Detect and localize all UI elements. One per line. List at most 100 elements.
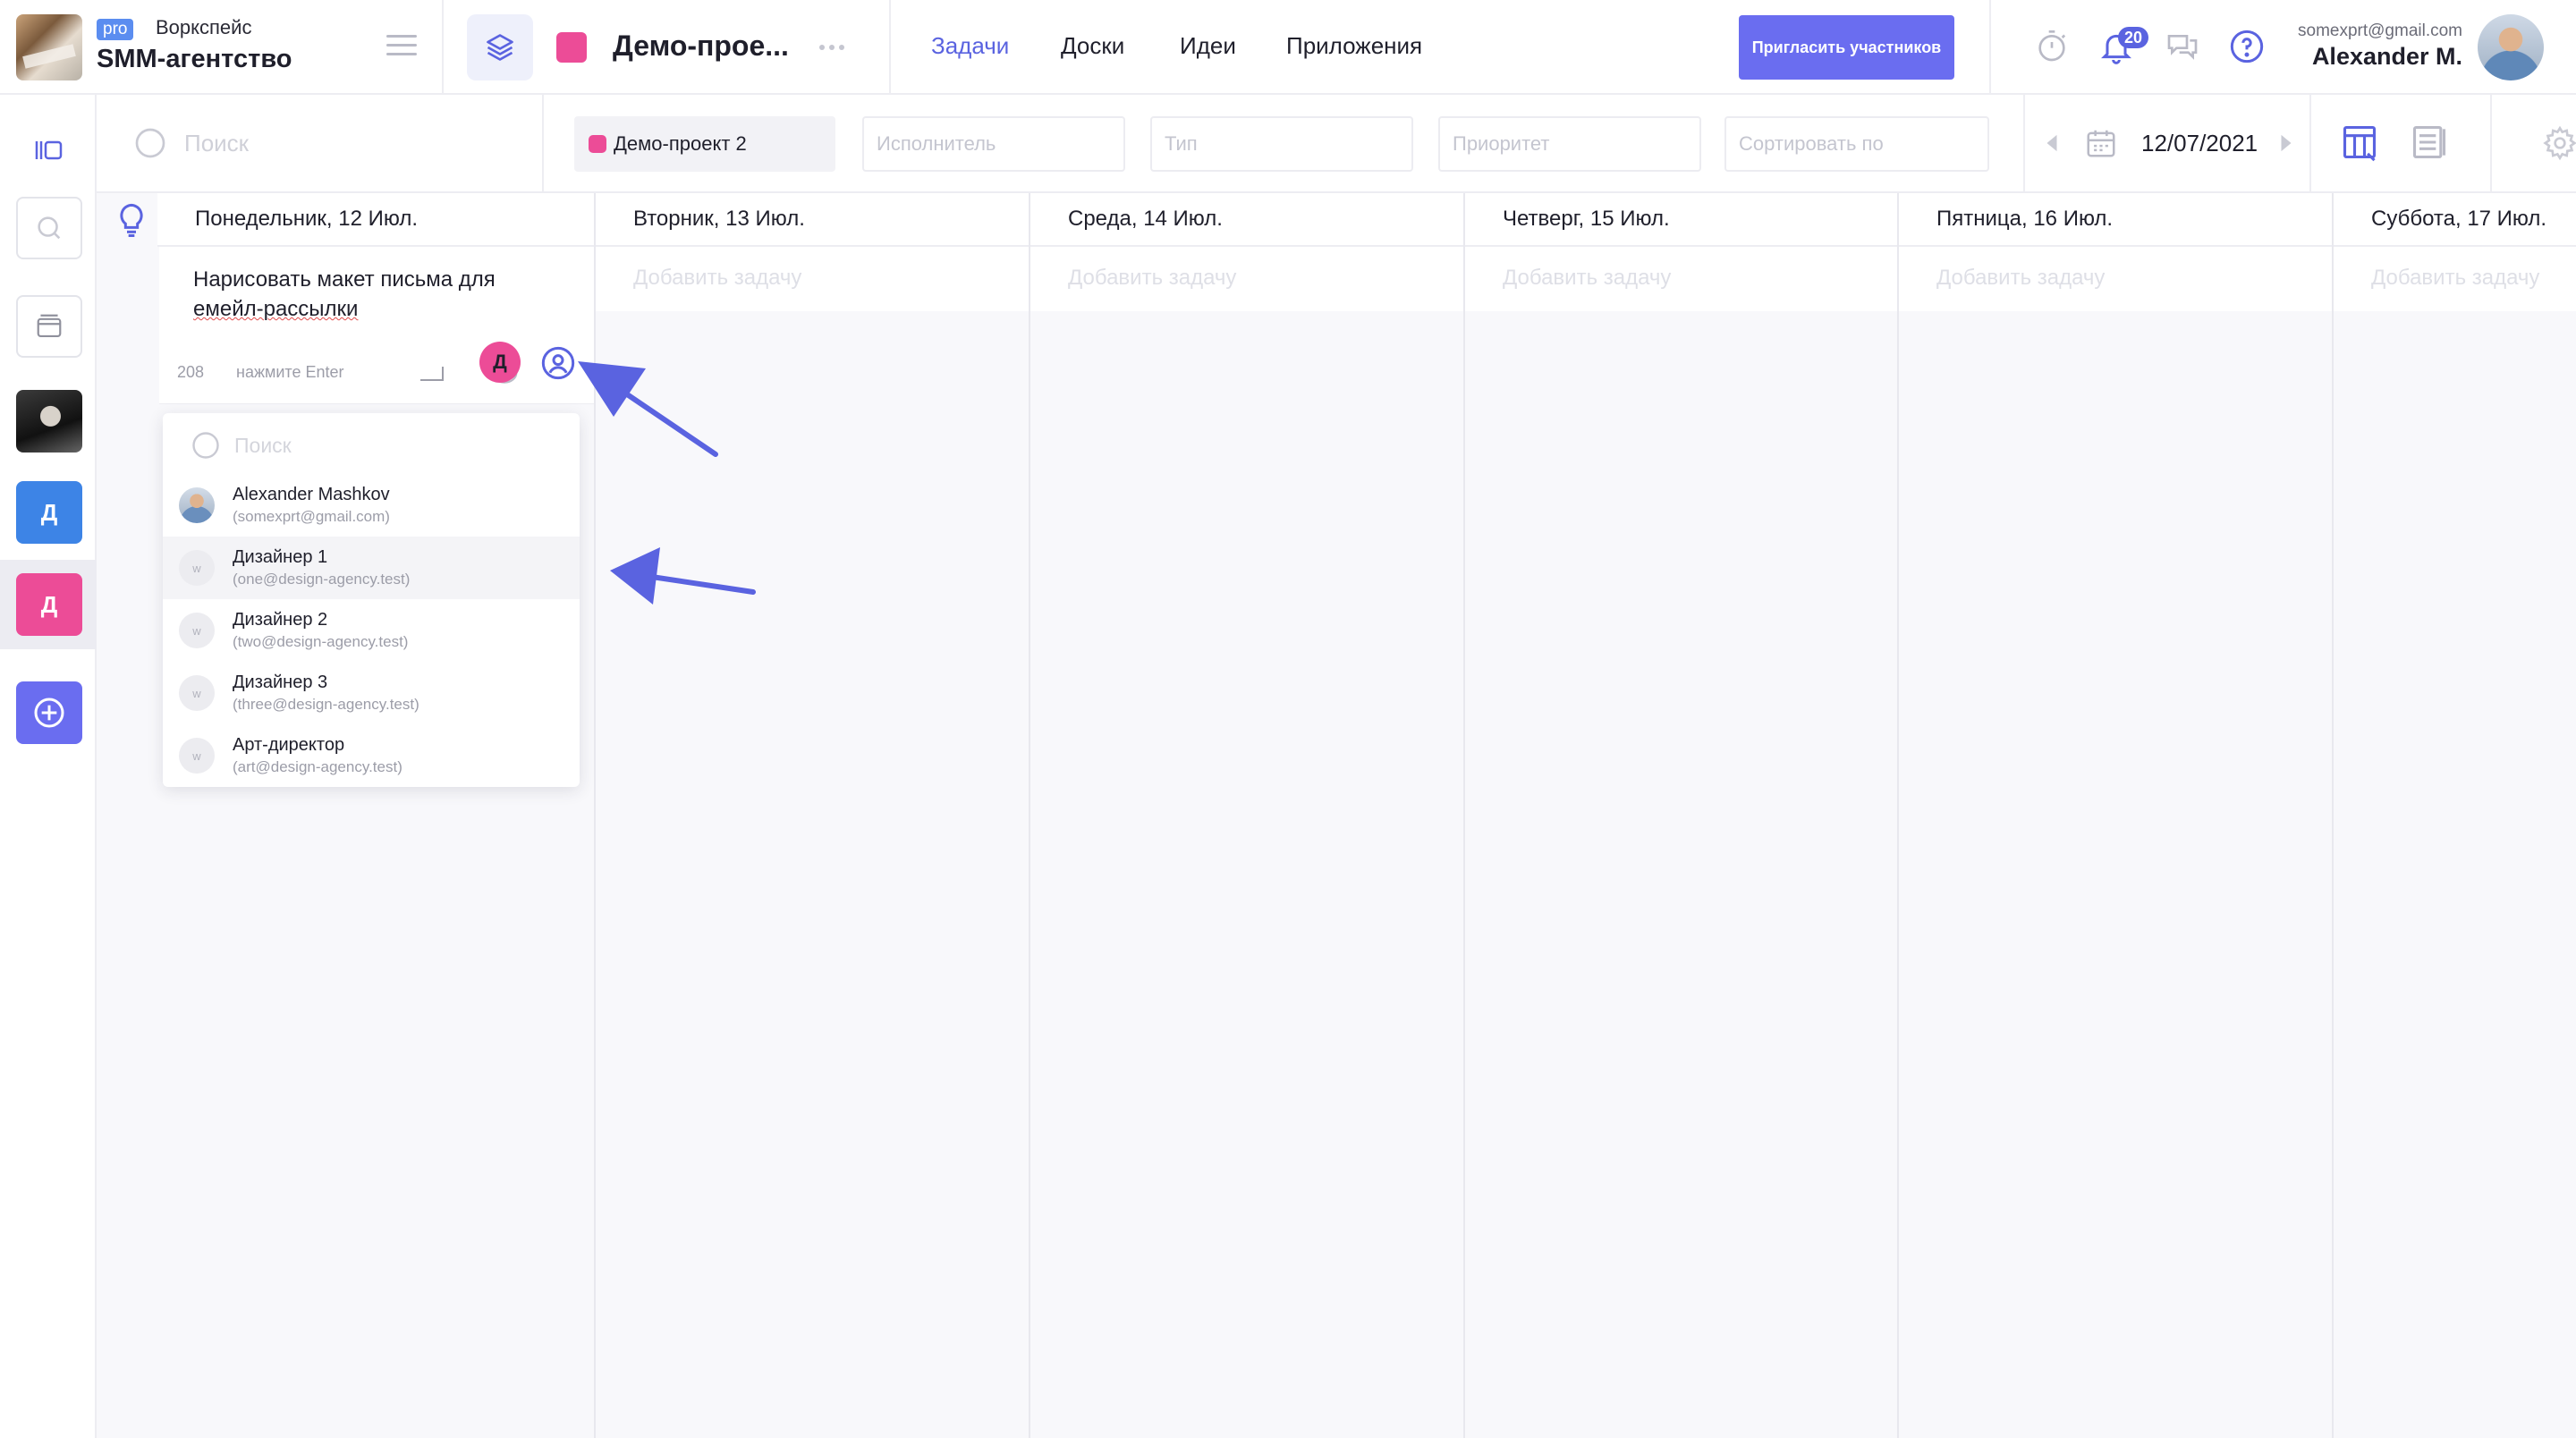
char-counter: 208 xyxy=(177,363,205,381)
ideas-column xyxy=(97,193,157,1438)
pro-badge: pro xyxy=(97,19,134,40)
archive-icon xyxy=(37,314,62,337)
add-task-button[interactable]: Добавить задачу xyxy=(596,247,1029,311)
task-text-input[interactable]: Нарисовать макет письма для емейл-рассыл… xyxy=(193,265,569,324)
workspace-logo[interactable] xyxy=(16,14,82,80)
member-avatar xyxy=(179,487,215,523)
member-option[interactable]: w Дизайнер 1 (one@design-agency.test) xyxy=(163,537,580,599)
timer-icon[interactable] xyxy=(2034,29,2070,64)
member-email: (two@design-agency.test) xyxy=(233,633,409,650)
member-email: (art@design-agency.test) xyxy=(233,758,402,775)
member-avatar: w xyxy=(179,738,215,774)
day-column-tuesday: Вторник, 13 Июл. Добавить задачу xyxy=(596,193,1030,1438)
member-email: (three@design-agency.test) xyxy=(233,696,419,713)
search-input[interactable] xyxy=(184,129,363,157)
project-filter-label: Демо-проект 2 xyxy=(614,132,747,155)
week-calendar: Понедельник, 12 Июл. Вторник, 13 Июл. До… xyxy=(97,193,2576,1438)
notifications-count-badge: 20 xyxy=(2118,27,2148,48)
workspace-name[interactable]: SMM-агентство xyxy=(97,45,292,74)
assignee-filter[interactable]: Исполнитель xyxy=(862,116,1125,172)
day-header: Понедельник, 12 Июл. xyxy=(157,193,594,247)
member-option[interactable]: Alexander Mashkov (somexprt@gmail.com) xyxy=(163,474,580,537)
current-date[interactable]: 12/07/2021 xyxy=(2141,130,2258,157)
day-column-wednesday: Среда, 14 Июл. Добавить задачу xyxy=(1030,193,1465,1438)
day-column-saturday: Суббота, 17 Июл. Добавить задачу xyxy=(2334,193,2576,1438)
member-search-input[interactable] xyxy=(234,433,503,458)
sort-filter[interactable]: Сортировать по xyxy=(1724,116,1989,172)
help-icon[interactable] xyxy=(2229,29,2265,64)
day-header: Среда, 14 Июл. xyxy=(1030,193,1463,247)
chat-icon[interactable] xyxy=(2165,29,2200,64)
add-task-button[interactable]: Добавить задачу xyxy=(1030,247,1463,311)
more-icon[interactable] xyxy=(819,45,844,50)
type-filter[interactable]: Тип xyxy=(1150,116,1413,172)
day-column-friday: Пятница, 16 Июл. Добавить задачу xyxy=(1899,193,2334,1438)
assignee-avatar[interactable]: Д xyxy=(479,342,521,383)
member-option[interactable]: w Арт-директор (art@design-agency.test) xyxy=(163,724,580,787)
list-view-icon[interactable] xyxy=(2410,122,2449,163)
search-icon xyxy=(135,128,165,158)
add-task-button[interactable]: Добавить задачу xyxy=(1899,247,2332,311)
member-email: (one@design-agency.test) xyxy=(233,571,411,588)
member-avatar: w xyxy=(179,550,215,586)
user-avatar[interactable] xyxy=(2478,14,2544,80)
enter-key-icon xyxy=(420,367,444,381)
enter-hint: нажмите Enter xyxy=(236,363,344,381)
member-option[interactable]: w Дизайнер 3 (three@design-agency.test) xyxy=(163,662,580,724)
workspace-label: Воркспейс xyxy=(156,16,252,38)
next-arrow-icon[interactable] xyxy=(2277,133,2295,153)
week-view-icon[interactable] xyxy=(2340,122,2379,163)
layers-icon xyxy=(487,34,513,61)
member-email: (somexprt@gmail.com) xyxy=(233,508,390,525)
rail-project-pink[interactable]: Д xyxy=(16,573,82,636)
priority-filter[interactable]: Приоритет xyxy=(1438,116,1701,172)
day-header: Вторник, 13 Июл. xyxy=(596,193,1029,247)
user-email: somexprt@gmail.com xyxy=(2298,21,2462,40)
tab-apps[interactable]: Приложения xyxy=(1286,32,1422,60)
project-filter[interactable]: Демо-проект 2 xyxy=(574,116,835,172)
member-name: Дизайнер 1 xyxy=(233,547,328,567)
user-name[interactable]: Alexander M. xyxy=(2312,43,2462,71)
toggle-sidebar-button[interactable] xyxy=(16,111,82,190)
assignee-dropdown: Alexander Mashkov (somexprt@gmail.com) w… xyxy=(163,413,580,787)
project-color-dot xyxy=(589,135,606,153)
member-avatar: w xyxy=(179,675,215,711)
divider xyxy=(889,0,891,95)
workspace-search-button[interactable] xyxy=(16,197,82,259)
menu-icon[interactable] xyxy=(386,35,417,56)
divider xyxy=(1989,0,1991,95)
tab-boards[interactable]: Доски xyxy=(1061,32,1124,60)
tab-ideas[interactable]: Идеи xyxy=(1180,32,1236,60)
gear-icon[interactable] xyxy=(2542,125,2576,161)
member-name: Арт-директор xyxy=(233,735,345,755)
tab-tasks[interactable]: Задачи xyxy=(931,32,1009,60)
search-icon xyxy=(192,432,219,459)
add-task-button[interactable]: Добавить задачу xyxy=(2334,247,2576,311)
day-header: Четверг, 15 Июл. xyxy=(1465,193,1897,247)
add-assignee-icon[interactable] xyxy=(540,345,576,381)
search-icon xyxy=(38,216,61,240)
project-name[interactable]: Демо-прое... xyxy=(613,30,789,63)
filter-bar: Демо-проект 2 Исполнитель Тип Приоритет … xyxy=(97,95,2576,193)
archive-button[interactable] xyxy=(16,295,82,358)
invite-members-button[interactable]: Пригласить участников xyxy=(1739,15,1954,80)
divider xyxy=(2490,95,2492,191)
dropdown-search[interactable] xyxy=(190,429,503,461)
divider xyxy=(2023,95,2025,191)
projects-button[interactable] xyxy=(467,14,533,80)
prev-arrow-icon[interactable] xyxy=(2043,133,2061,153)
calendar-icon[interactable] xyxy=(2084,126,2118,160)
add-project-button[interactable] xyxy=(16,681,82,744)
task-editor[interactable]: Нарисовать макет письма для емейл-рассыл… xyxy=(159,247,594,404)
task-text-line: Нарисовать макет письма для xyxy=(193,267,496,292)
top-bar: pro Воркспейс SMM-агентство Демо-прое...… xyxy=(0,0,2576,95)
add-task-button[interactable]: Добавить задачу xyxy=(1465,247,1897,311)
member-name: Alexander Mashkov xyxy=(233,485,390,504)
lightbulb-icon[interactable] xyxy=(116,202,147,238)
member-option[interactable]: w Дизайнер 2 (two@design-agency.test) xyxy=(163,599,580,662)
search-box[interactable] xyxy=(132,125,363,161)
divider xyxy=(2309,95,2311,191)
team-avatar[interactable] xyxy=(16,390,82,453)
rail-project-blue[interactable]: Д xyxy=(16,481,82,544)
member-name: Дизайнер 2 xyxy=(233,610,328,630)
